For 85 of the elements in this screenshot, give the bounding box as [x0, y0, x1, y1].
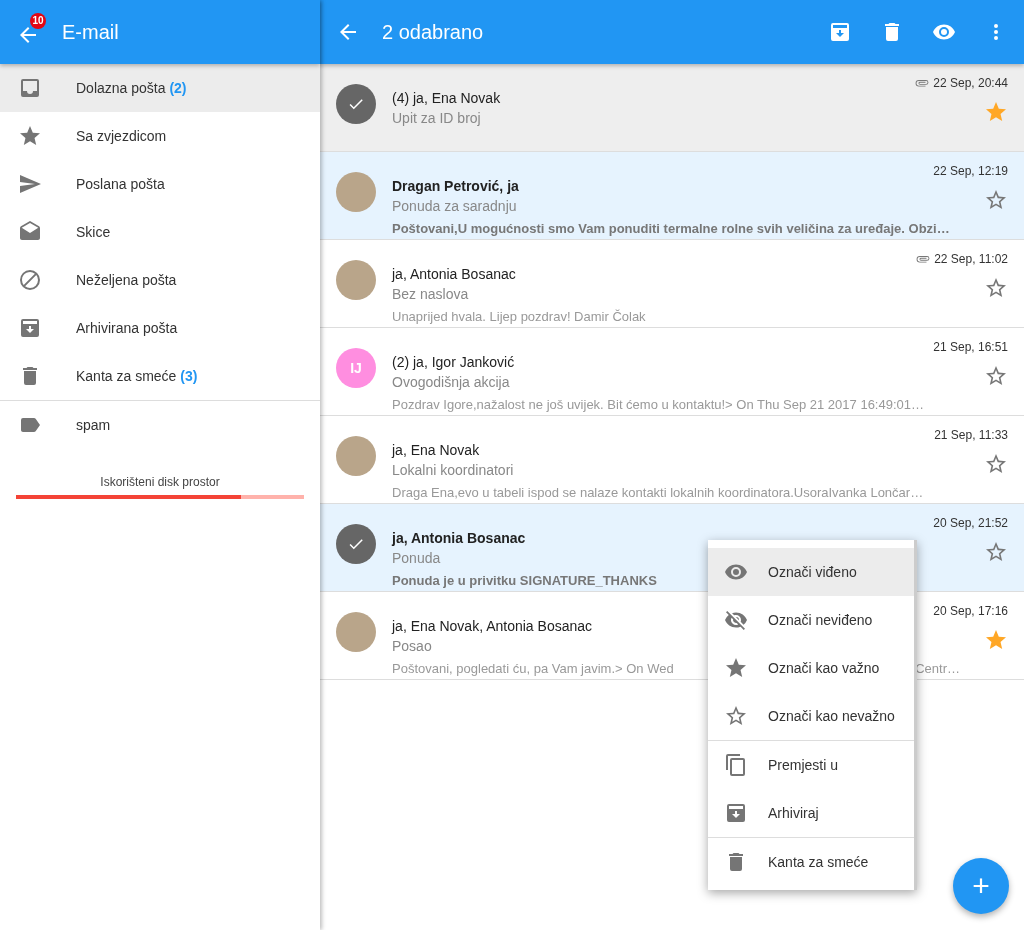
menu-item[interactable]: Označi viđeno: [708, 548, 914, 596]
star-outline-icon: [984, 364, 1008, 388]
archive-icon: [724, 801, 748, 825]
message-subject: Posao: [392, 638, 432, 654]
nav-label: Dolazna pošta (2): [76, 80, 187, 96]
star-toggle[interactable]: [984, 188, 1008, 212]
message-preview: Draga Ena,evo u tabeli ispod se nalaze kontakti lokalnih koordinatora.UsoraIvanka Lončar…: [392, 484, 924, 500]
selected-check-avatar[interactable]: [336, 84, 376, 124]
message-subject: Bez naslova: [392, 286, 469, 302]
message-preview: Pozdrav Igore,nažalost ne još uvijek. Bit ćemo u kontaktu!> On Thu Sep 21 2017 16:49:01…: [392, 396, 924, 412]
archive-button[interactable]: [828, 20, 852, 44]
star-outline-icon: [984, 540, 1008, 564]
message-preview: Poštovani,U mogućnosti smo Vam ponuditi termalne rolne svih veličina za uređaje. Obzi…: [392, 220, 950, 236]
star-icon: [724, 656, 748, 680]
star-outline-icon: [984, 452, 1008, 476]
archive-icon: [18, 316, 42, 340]
message-sender: Dragan Petrović, ja: [392, 178, 519, 194]
message-time: 20 Sep, 21:52: [933, 516, 1008, 530]
menu-item[interactable]: Kanta za smeće: [708, 838, 914, 886]
message-time: 21 Sep, 11:33: [934, 428, 1008, 442]
nav-label: Skice: [76, 224, 111, 240]
initials-avatar: IJ: [336, 348, 376, 388]
nav-item[interactable]: spam: [0, 401, 320, 449]
back-button[interactable]: 10: [16, 13, 46, 47]
message-sender: (4) ja, Ena Novak: [392, 90, 501, 106]
menu-item[interactable]: Premjesti u: [708, 741, 914, 789]
archive-icon: [828, 20, 852, 44]
message-subject: Ponuda: [392, 550, 441, 566]
nav-item[interactable]: Dolazna pošta (2): [0, 64, 320, 112]
message-subject: Lokalni koordinatori: [392, 462, 514, 478]
message-sender: ja, Antonia Bosanac: [392, 530, 526, 546]
message-subject: Ovogodišnja akcija: [392, 374, 510, 390]
star-icon: [984, 628, 1008, 652]
message-preview: Ponuda je u privitku SIGNATURE_THANKS: [392, 572, 657, 588]
eye-off-icon: [724, 608, 748, 632]
message-time: 22 Sep, 11:02: [916, 252, 1008, 266]
nav-label: spam: [76, 417, 111, 433]
star-toggle[interactable]: [984, 276, 1008, 300]
message-subject: Upit za ID broj: [392, 110, 481, 126]
nav-label: Arhivirana pošta: [76, 320, 178, 336]
menu-item[interactable]: Označi kao važno: [708, 644, 914, 692]
menu-item[interactable]: Arhiviraj: [708, 789, 914, 837]
nav-label: Poslana pošta: [76, 176, 165, 192]
app-title: E-mail: [62, 20, 119, 44]
selection-count: 2 odabrano: [382, 20, 484, 44]
message-sender: ja, Ena Novak: [392, 442, 480, 458]
star-toggle[interactable]: [984, 364, 1008, 388]
star-icon: [984, 100, 1008, 124]
nav-label: Neželjena pošta: [76, 272, 177, 288]
nav-item[interactable]: Kanta za smeće (3): [0, 352, 320, 400]
star-outline-icon: [984, 276, 1008, 300]
menu-item[interactable]: Označi kao nevažno: [708, 692, 914, 740]
block-icon: [18, 268, 42, 292]
star-toggle[interactable]: [984, 628, 1008, 652]
inbox-icon: [18, 76, 42, 100]
star-toggle[interactable]: [984, 540, 1008, 564]
star-icon: [18, 124, 42, 148]
nav-label: Sa zvjezdicom: [76, 128, 167, 144]
message-time: 22 Sep, 12:19: [933, 164, 1008, 178]
star-toggle[interactable]: [984, 100, 1008, 124]
message-time: 22 Sep, 20:44: [915, 76, 1008, 90]
nav-label: Kanta za smeće (3): [76, 368, 198, 384]
message-sender: (2) ja, Igor Janković: [392, 354, 515, 370]
message-time: 20 Sep, 17:16: [933, 604, 1008, 618]
selected-check-avatar[interactable]: [336, 524, 376, 564]
message-subject: Ponuda za saradnju: [392, 198, 517, 214]
send-icon: [18, 172, 42, 196]
notification-badge: 10: [30, 13, 46, 29]
nav-item[interactable]: Poslana pošta: [0, 160, 320, 208]
nav-item[interactable]: Neželjena pošta: [0, 256, 320, 304]
star-outline-icon: [724, 704, 748, 728]
message-sender: ja, Antonia Bosanac: [392, 266, 516, 282]
message-sender: ja, Ena Novak, Antonia Bosanac: [392, 618, 593, 634]
nav-item[interactable]: Arhivirana pošta: [0, 304, 320, 352]
star-toggle[interactable]: [984, 452, 1008, 476]
message-preview: Unaprijed hvala. Lijep pozdrav! Damir Čolak: [392, 308, 646, 324]
menu-item[interactable]: Označi neviđeno: [708, 596, 914, 644]
nav-item[interactable]: Skice: [0, 208, 320, 256]
star-outline-icon: [984, 188, 1008, 212]
more-vert-icon: [994, 24, 998, 40]
message-time: 21 Sep, 16:51: [933, 340, 1008, 354]
copy-icon: [724, 753, 748, 777]
disk-usage-label: Iskorišteni disk prostor: [100, 475, 220, 489]
nav-item[interactable]: Sa zvjezdicom: [0, 112, 320, 160]
message-preview: Poštovani, pogledati ću, pa Vam javim.> On Wed: [392, 660, 674, 676]
